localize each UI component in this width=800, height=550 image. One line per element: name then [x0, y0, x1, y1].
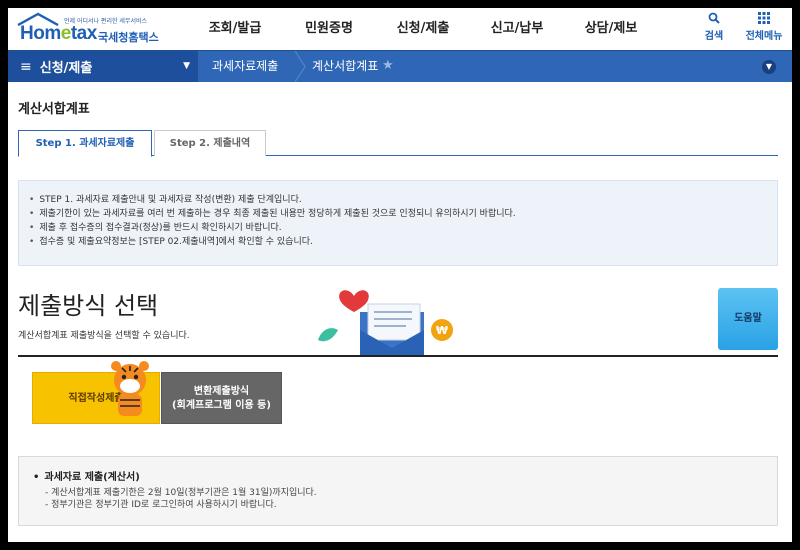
page-title: 계산서합계표 [18, 102, 90, 117]
submit-method-desc: 계산서합계표 제출방식을 선택할 수 있습니다. [18, 331, 190, 341]
all-menu-button[interactable]: 전체메뉴 [746, 12, 782, 42]
notice-title: 과세자료 제출(계산서) [33, 468, 777, 483]
info-line: 제출 후 접수증의 접수결과(정상)를 반드시 확인하시기 바랍니다. [29, 221, 777, 235]
grid-menu-icon [758, 12, 770, 24]
global-nav: 조회/발급 민원증명 신청/제출 신고/납부 상담/제보 [188, 8, 658, 50]
tiger-mascot-icon [111, 361, 149, 416]
main-content: 계산서합계표 Step 1. 과세자료제출 Step 2. 제출내역 STEP … [8, 82, 792, 542]
notice-line: - 정부기관은 정부기관 ID로 로그인하여 사용하시기 바랍니다. [45, 500, 277, 510]
info-box: STEP 1. 과세자료 제출안내 및 과세자료 작성(변환) 제출 단계입니다… [18, 180, 778, 266]
notice-box: 과세자료 제출(계산서) - 계산서합계표 제출기한은 2월 10일(정부기관은… [18, 456, 778, 526]
search-button[interactable]: 검색 [696, 12, 732, 42]
notice-line: - 계산서합계표 제출기한은 2월 10일(정부기관은 1월 31일)까지입니다… [45, 488, 317, 498]
logo-korean-name: 국세청홈택스 [98, 31, 159, 44]
browser-frame: 언제 어디서나 편리한 세무서비스 Hometax 국세청홈택스 조회/발급 민… [8, 8, 792, 542]
breadcrumb-separator-icon [294, 51, 306, 82]
search-icon [708, 12, 720, 24]
step-tabs: Step 1. 과세자료제출 Step 2. 제출내역 [18, 130, 778, 157]
info-line: 제출기한이 있는 과세자료를 여러 번 제출하는 경우 최종 제출된 내용만 정… [29, 207, 777, 221]
gnb-item-certificate[interactable]: 민원증명 [282, 8, 376, 50]
dropdown-arrow-icon: ▼ [183, 61, 190, 71]
breadcrumb-item-summary[interactable]: 계산서합계표 [312, 51, 378, 82]
convert-submit-button[interactable]: 변환제출방식 (회계프로그램 이용 등) [161, 372, 282, 424]
location-bar: ≡ 신청/제출 ▼ 과세자료제출 계산서합계표 ★ ▼ [8, 50, 792, 82]
favorite-star-icon[interactable]: ★ [382, 58, 394, 73]
gnb-item-consulting[interactable]: 상담/제보 [564, 8, 658, 50]
hamburger-icon: ≡ [20, 58, 32, 75]
convert-button-line2: (회계프로그램 이용 등) [172, 400, 271, 411]
breadcrumb-item-tax-data[interactable]: 과세자료제출 [212, 51, 278, 82]
svg-text:₩: ₩ [436, 324, 448, 337]
section-dropdown[interactable]: ≡ 신청/제출 ▼ [8, 51, 198, 82]
top-header: 언제 어디서나 편리한 세무서비스 Hometax 국세청홈택스 조회/발급 민… [8, 8, 792, 50]
gnb-item-filing[interactable]: 신고/납부 [470, 8, 564, 50]
all-menu-label: 전체메뉴 [745, 31, 783, 42]
gnb-item-inquiry[interactable]: 조회/발급 [188, 8, 282, 50]
info-line: 접수증 및 제출요약정보는 [STEP 02.제출내역]에서 확인할 수 있습니… [29, 235, 777, 249]
search-label: 검색 [704, 31, 724, 42]
envelope-illustration-icon: ₩ [318, 290, 453, 356]
convert-button-line1: 변환제출방식 [193, 386, 250, 397]
gnb-item-application[interactable]: 신청/제출 [376, 8, 470, 50]
utility-menu: 검색 전체메뉴 [696, 12, 782, 42]
submit-method-title: 제출방식 선택 [18, 292, 159, 320]
tab-step2[interactable]: Step 2. 제출내역 [154, 130, 266, 156]
help-button[interactable]: 도움말 [718, 288, 778, 350]
info-line: STEP 1. 과세자료 제출안내 및 과세자료 작성(변환) 제출 단계입니다… [29, 193, 777, 207]
hometax-logo[interactable]: 언제 어디서나 편리한 세무서비스 Hometax 국세청홈택스 [16, 12, 166, 46]
chevron-down-icon[interactable]: ▼ [762, 60, 776, 74]
tab-step1[interactable]: Step 1. 과세자료제출 [18, 130, 152, 157]
section-label: 신청/제출 [39, 61, 93, 76]
logo-wordmark: Hometax [20, 23, 97, 44]
